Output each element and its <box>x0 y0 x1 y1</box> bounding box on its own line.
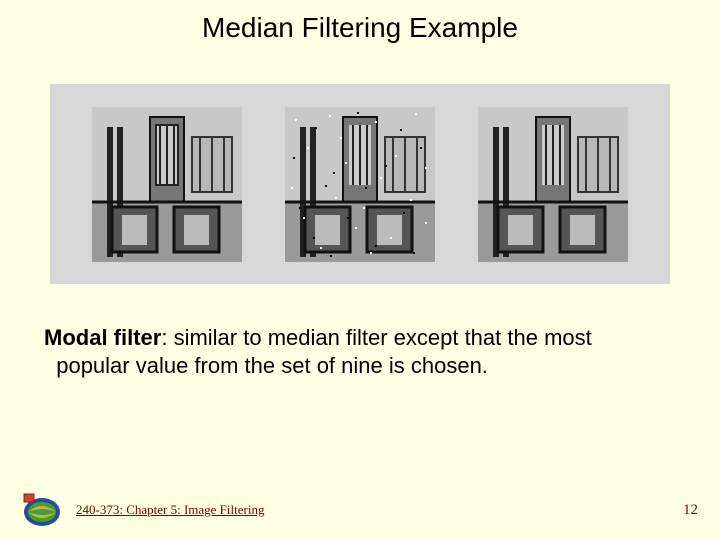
body-text-bold: Modal filter <box>44 325 161 350</box>
example-image-original <box>92 107 242 262</box>
body-text: Modal filter: similar to median filter e… <box>44 324 676 379</box>
slide-title: Median Filtering Example <box>0 0 720 44</box>
page-number: 12 <box>683 502 698 519</box>
example-image-row <box>50 84 670 284</box>
chapter-label: 240-373: Chapter 5: Image Filtering <box>76 502 264 518</box>
footer: 240-373: Chapter 5: Image Filtering 12 <box>0 492 720 528</box>
example-image-noisy <box>285 107 435 262</box>
logo-icon <box>22 492 62 528</box>
example-image-filtered <box>478 107 628 262</box>
